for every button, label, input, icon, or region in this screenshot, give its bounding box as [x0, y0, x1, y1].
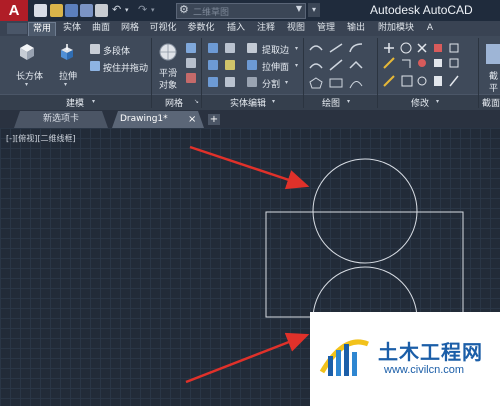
- draw-tools-icons[interactable]: [308, 42, 372, 92]
- file-tab-bar: 新选项卡 Drawing1* × +: [0, 110, 500, 128]
- undo-dropdown-icon[interactable]: ▾: [125, 6, 129, 14]
- tab-addins[interactable]: 附加模块: [374, 22, 418, 36]
- watermark-name: 土木工程网: [378, 340, 483, 364]
- upper-circle: [312, 158, 418, 264]
- panel-divider: [151, 38, 152, 108]
- chevron-down-icon[interactable]: ▾: [295, 45, 298, 52]
- tab-start[interactable]: 新选项卡: [14, 111, 108, 128]
- panel-title-draw[interactable]: 绘图: [322, 96, 340, 109]
- union-icon[interactable]: [208, 43, 218, 53]
- red-arrow-lower: [185, 332, 310, 384]
- app-title: Autodesk AutoCAD: [370, 3, 473, 17]
- extrude-icon[interactable]: [57, 42, 77, 62]
- panel-divider: [377, 38, 378, 108]
- intersect-icon[interactable]: [208, 77, 218, 87]
- extrude-face-label[interactable]: 拉伸面: [262, 60, 289, 73]
- section-plane-icon[interactable]: [486, 44, 500, 64]
- tab-visualize[interactable]: 可视化: [146, 22, 180, 36]
- tab-manage[interactable]: 管理: [313, 22, 339, 36]
- open-file-icon[interactable]: [50, 4, 63, 17]
- tab-home[interactable]: 常用: [28, 22, 56, 37]
- tab-output[interactable]: 输出: [343, 22, 369, 36]
- workspace-value: 二维草图: [193, 8, 230, 18]
- polysolid-label[interactable]: 多段体: [103, 44, 130, 57]
- object-label[interactable]: 对象: [159, 78, 177, 91]
- panel-divider: [303, 38, 304, 108]
- mesh-tool-icon[interactable]: [186, 58, 196, 68]
- chevron-down-icon: ▼: [295, 4, 302, 13]
- tab-a360[interactable]: A: [424, 22, 436, 36]
- panel-title-modeling[interactable]: 建模: [66, 96, 84, 109]
- extrude-face-icon[interactable]: [247, 60, 257, 70]
- panel-title-mesh[interactable]: 网格: [165, 96, 183, 109]
- watermark-url: www.civilcn.com: [384, 364, 465, 376]
- section-plane-label[interactable]: 平: [489, 81, 498, 94]
- tab-surface[interactable]: 曲面: [88, 22, 114, 36]
- tab-solid[interactable]: 实体: [59, 22, 85, 36]
- extrude-label[interactable]: 拉伸: [59, 69, 77, 82]
- save-icon[interactable]: [65, 4, 78, 17]
- panel-title-solid-editing[interactable]: 实体编辑: [230, 96, 266, 109]
- extract-edges-label[interactable]: 提取边: [262, 43, 289, 56]
- new-tab-button[interactable]: +: [208, 114, 220, 125]
- gear-icon: ⚙: [179, 3, 189, 16]
- solid-edit-icon[interactable]: [225, 43, 235, 53]
- chevron-down-icon[interactable]: ▾: [92, 98, 95, 105]
- panel-divider: [478, 38, 479, 108]
- undo-icon[interactable]: ↶: [112, 3, 121, 16]
- chevron-down-icon[interactable]: ▾: [285, 79, 288, 86]
- save-as-icon[interactable]: [80, 4, 93, 17]
- redo-icon[interactable]: ↷: [138, 3, 147, 16]
- panel-divider: [201, 38, 202, 108]
- chevron-down-icon[interactable]: ▾: [436, 98, 439, 105]
- workspace-select[interactable]: ⚙ 二维草图 ▼: [176, 3, 306, 19]
- red-arrow-upper: [189, 145, 310, 190]
- tab-view[interactable]: 视图: [283, 22, 309, 36]
- print-icon[interactable]: [95, 4, 108, 17]
- chevron-down-icon[interactable]: ▾: [272, 98, 275, 105]
- mesh-tool-icon[interactable]: [186, 43, 196, 53]
- presspull-label[interactable]: 按住并拖动: [103, 61, 148, 74]
- mesh-tool-icon[interactable]: [186, 73, 196, 83]
- rectangle: [265, 211, 464, 318]
- ribbon-tab-bar: 常用 实体 曲面 网格 可视化 参数化 插入 注释 视图 管理 输出 附加模块 …: [0, 21, 500, 37]
- tab-annotate[interactable]: 注释: [253, 22, 279, 36]
- customize-qat-button[interactable]: ▾: [308, 3, 320, 17]
- ribbon-minimize-button[interactable]: [7, 23, 27, 34]
- corner-arrow-icon[interactable]: ↘: [194, 98, 199, 105]
- tab-mesh[interactable]: 网格: [117, 22, 143, 36]
- modify-tools-icons[interactable]: [380, 42, 480, 92]
- redo-dropdown-icon[interactable]: ▾: [151, 6, 155, 14]
- solid-edit-icon[interactable]: [225, 77, 235, 87]
- chevron-down-icon[interactable]: ▾: [347, 98, 350, 105]
- chevron-down-icon[interactable]: ▾: [64, 81, 67, 88]
- new-file-icon[interactable]: [34, 4, 47, 17]
- smooth-object-icon[interactable]: [158, 42, 178, 62]
- civilcn-logo-icon: [319, 339, 369, 376]
- box-icon[interactable]: [17, 42, 37, 62]
- application-menu-button[interactable]: A: [0, 0, 28, 21]
- separate-label[interactable]: 分割: [262, 77, 280, 90]
- presspull-icon[interactable]: [90, 61, 100, 71]
- extract-edges-icon[interactable]: [247, 43, 257, 53]
- close-icon[interactable]: ×: [188, 114, 196, 125]
- panel-title-modify[interactable]: 修改: [411, 96, 429, 109]
- chevron-down-icon[interactable]: ▾: [295, 62, 298, 69]
- tab-insert[interactable]: 插入: [223, 22, 249, 36]
- chevron-down-icon[interactable]: ▾: [25, 81, 28, 88]
- autocad-logo-icon: A: [8, 2, 20, 19]
- subtract-icon[interactable]: [208, 60, 218, 70]
- polysolid-icon[interactable]: [90, 44, 100, 54]
- solid-edit-icon[interactable]: [225, 60, 235, 70]
- box-label[interactable]: 长方体: [16, 69, 43, 82]
- tab-parametric[interactable]: 参数化: [184, 22, 218, 36]
- separate-icon[interactable]: [247, 77, 257, 87]
- panel-title-section[interactable]: 截面: [482, 96, 500, 109]
